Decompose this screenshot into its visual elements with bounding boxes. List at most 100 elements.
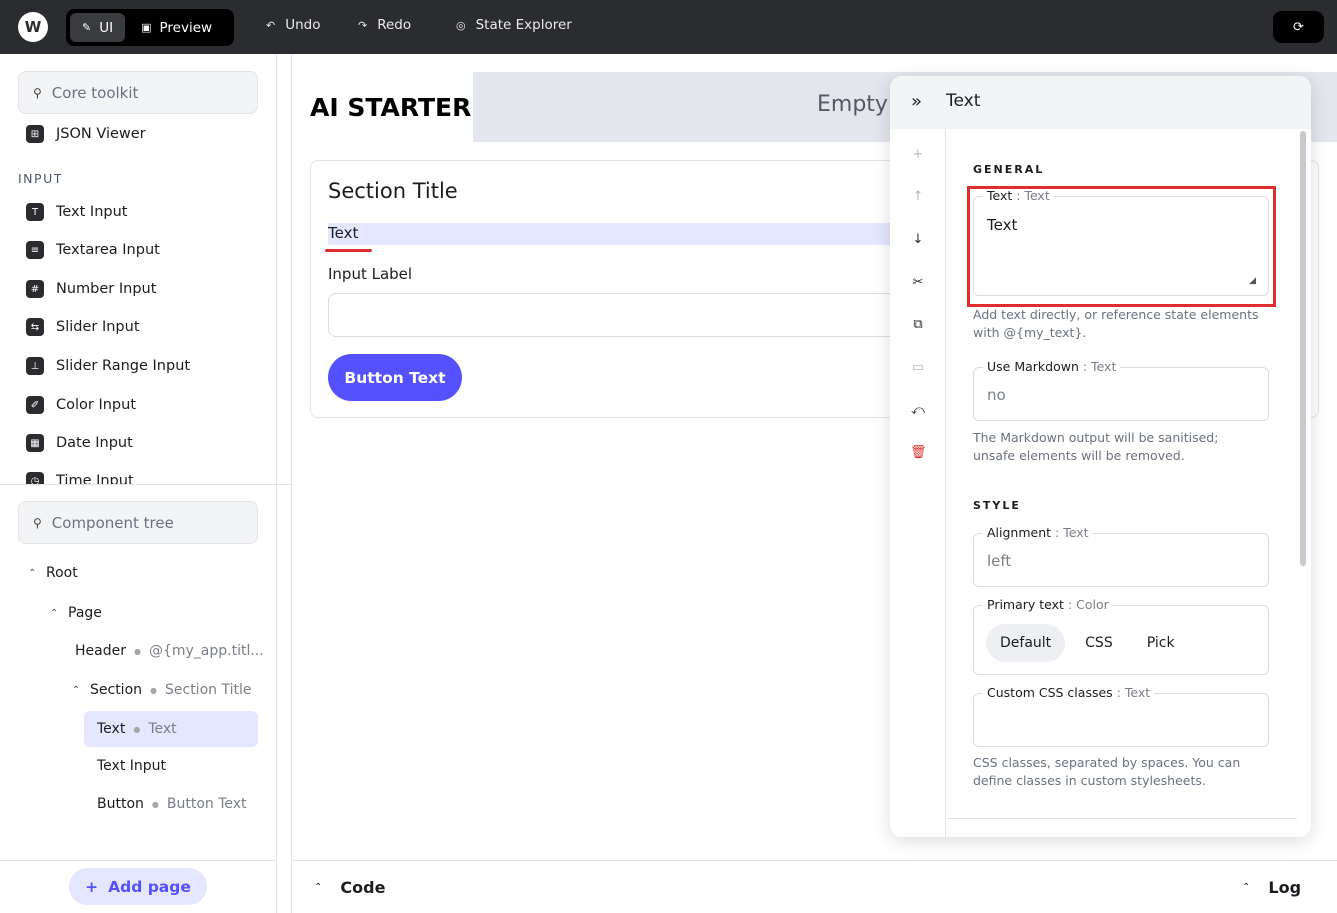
toolkit-item-slider-range-input[interactable]: ⊥ Slider Range Input: [26, 357, 190, 375]
field-label: Use Markdown: [987, 359, 1079, 374]
ui-mode-label: UI: [99, 19, 114, 36]
annotation-highlight-box: [967, 186, 1276, 307]
general-heading: GENERAL: [973, 163, 1045, 176]
chevron-up-icon[interactable]: ⌃: [72, 685, 82, 696]
bottom-bar: ⌃ Code ⌃ Log: [292, 860, 1337, 913]
toolkit-item-json-viewer[interactable]: ⊞ JSON Viewer: [26, 125, 146, 143]
use-markdown-value[interactable]: no: [987, 386, 1006, 404]
alignment-value[interactable]: left: [987, 552, 1011, 570]
tree-row-text-input[interactable]: Text Input: [97, 758, 166, 774]
number-input-icon: #: [26, 280, 44, 298]
collapse-panel-icon[interactable]: »: [911, 91, 922, 112]
field-label: Custom CSS classes: [987, 685, 1113, 700]
toolkit-item-label: Time Input: [56, 473, 134, 484]
settings-scrollbar[interactable]: [1300, 131, 1306, 566]
preview-mode-button[interactable]: ▣ Preview: [129, 13, 224, 42]
option-default[interactable]: Default: [986, 624, 1066, 662]
cut-icon[interactable]: ✂: [910, 275, 926, 290]
copy-icon[interactable]: ⧉: [910, 317, 926, 332]
move-up-icon[interactable]: ↑: [910, 189, 926, 204]
slider-icon: ⇆: [26, 318, 44, 336]
field-label: Primary text: [987, 597, 1064, 612]
app-title: AI STARTER: [310, 92, 472, 122]
section-title: Section Title: [328, 179, 458, 203]
top-toolbar: W ✎ UI ▣ Preview ↶ Undo ↷ Redo ◎ State E…: [0, 0, 1337, 54]
toolkit-item-label: JSON Viewer: [56, 126, 146, 142]
sync-icon: ⟳: [1293, 19, 1304, 35]
use-markdown-field[interactable]: Use Markdown : Text no: [973, 359, 1269, 421]
text-input-field[interactable]: [328, 293, 908, 337]
date-icon: ▦: [26, 434, 44, 452]
undo-button[interactable]: ↶ Undo: [266, 17, 321, 33]
sync-button[interactable]: ⟳: [1273, 11, 1324, 43]
alignment-field[interactable]: Alignment : Text left: [973, 525, 1269, 587]
tree-row-section[interactable]: ⌃ Section ● Section Title: [72, 682, 251, 698]
search-icon: ⚲: [33, 85, 42, 100]
move-down-icon[interactable]: ↓: [910, 232, 926, 247]
plus-icon: +: [85, 877, 99, 896]
preview-mode-label: Preview: [159, 19, 213, 36]
component-tree-search-input[interactable]: ⚲ Component tree: [18, 501, 258, 544]
toolkit-item-color-input[interactable]: ✐ Color Input: [26, 396, 136, 414]
field-legend: Use Markdown : Text: [983, 359, 1121, 374]
code-panel-toggle[interactable]: ⌃ Code: [314, 878, 385, 897]
pencil-icon: ✎: [82, 21, 92, 34]
state-explorer-label: State Explorer: [475, 17, 572, 33]
toolkit-item-date-input[interactable]: ▦ Date Input: [26, 434, 133, 452]
toolkit-item-time-input[interactable]: ◷ Time Input: [26, 472, 134, 484]
state-explorer-icon: ◎: [456, 18, 466, 32]
chevron-up-icon: ⌃: [1242, 882, 1251, 893]
input-label: Input Label: [328, 265, 413, 283]
time-icon: ◷: [26, 472, 44, 484]
field-type: : Color: [1067, 597, 1109, 612]
chevron-up-icon[interactable]: ⌃: [28, 568, 38, 579]
tree-row-root[interactable]: ⌃ Root: [28, 565, 78, 581]
go-to-parent-icon[interactable]: ⤺: [910, 403, 926, 418]
toolkit-search-placeholder: Core toolkit: [51, 83, 139, 102]
tree-row-header[interactable]: Header ● @{my_app.titl...: [75, 643, 264, 659]
chevron-up-icon[interactable]: ⌃: [50, 608, 60, 619]
tree-row-sub: @{my_app.titl...: [148, 643, 264, 659]
log-panel-toggle[interactable]: ⌃ Log: [1242, 878, 1301, 897]
log-label: Log: [1268, 878, 1302, 897]
toolkit-item-text-input[interactable]: T Text Input: [26, 203, 127, 221]
header-placeholder: Empty: [817, 92, 888, 117]
tree-row-label: Section: [90, 682, 143, 698]
redo-button[interactable]: ↷ Redo: [358, 17, 411, 33]
toolkit-item-number-input[interactable]: # Number Input: [26, 280, 156, 298]
delete-icon[interactable]: 🗑: [910, 445, 927, 460]
ui-mode-button[interactable]: ✎ UI: [70, 13, 126, 42]
field-label: Alignment: [987, 525, 1052, 540]
tree-row-text[interactable]: Text ● Text: [97, 721, 177, 737]
add-icon[interactable]: +: [910, 147, 926, 162]
option-css[interactable]: CSS: [1071, 624, 1127, 662]
toolkit-item-label: Date Input: [56, 435, 133, 451]
primary-button[interactable]: Button Text: [328, 354, 462, 401]
primary-text-field[interactable]: Primary text : Color Default CSS Pick: [973, 597, 1269, 675]
paste-icon[interactable]: ▭: [910, 360, 926, 375]
toolkit-item-slider-input[interactable]: ⇆ Slider Input: [26, 318, 140, 336]
custom-css-field[interactable]: Custom CSS classes : Text: [973, 685, 1269, 747]
tree-row-label: Header: [75, 643, 126, 659]
state-explorer-button[interactable]: ◎ State Explorer: [456, 17, 572, 33]
tree-row-label: Text: [97, 721, 126, 737]
text-component-content: Text: [328, 224, 359, 242]
component-tree-panel: ⚲ Component tree ⌃ Root ⌃ Page Header ● …: [0, 484, 276, 860]
tree-row-button[interactable]: Button ● Button Text: [97, 796, 247, 812]
tree-row-sub: Section Title: [165, 682, 252, 698]
input-category-heading: INPUT: [18, 171, 63, 186]
field-type: : Text: [1082, 359, 1117, 374]
component-actions-toolbar: + ↑ ↓ ✂ ⧉ ▭ ⤺ 🗑: [890, 129, 946, 837]
add-page-button[interactable]: + Add page: [69, 868, 207, 905]
separator-dot: ●: [150, 685, 157, 695]
selected-text-component[interactable]: Text: [328, 223, 908, 245]
toolkit-item-textarea-input[interactable]: ≡ Textarea Input: [26, 241, 160, 259]
option-pick[interactable]: Pick: [1133, 624, 1189, 662]
json-viewer-icon: ⊞: [26, 125, 44, 143]
toolkit-search-input[interactable]: ⚲ Core toolkit: [18, 71, 258, 114]
tree-row-page[interactable]: ⌃ Page: [50, 605, 102, 621]
component-tree-search-placeholder: Component tree: [51, 513, 174, 532]
text-field-help: Add text directly, or reference state el…: [973, 307, 1259, 340]
toolkit-item-label: Color Input: [56, 397, 137, 413]
separator-dot: ●: [133, 724, 141, 734]
